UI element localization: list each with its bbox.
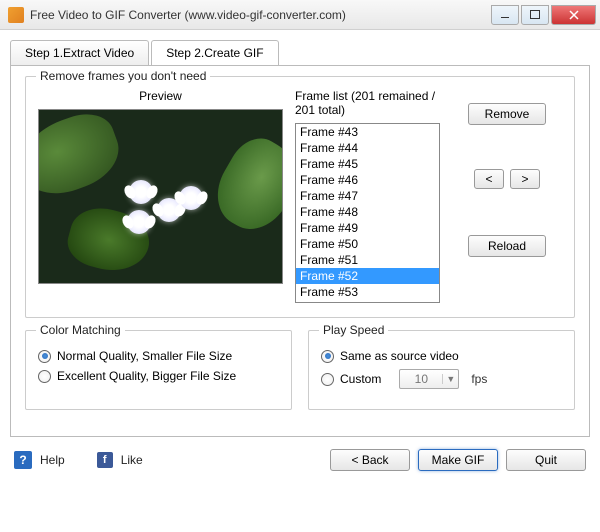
frame-list[interactable]: Frame #43Frame #44Frame #45Frame #46Fram… — [295, 123, 440, 303]
frame-list-item[interactable]: Frame #47 — [296, 188, 439, 204]
radio-icon — [321, 350, 334, 363]
tab-step2[interactable]: Step 2.Create GIF — [151, 40, 278, 65]
fps-spinner[interactable]: 10 ▼ — [399, 369, 459, 389]
next-frame-button[interactable]: > — [510, 169, 540, 189]
remove-button[interactable]: Remove — [468, 103, 546, 125]
color-normal-option[interactable]: Normal Quality, Smaller File Size — [38, 349, 279, 363]
close-button[interactable] — [551, 5, 596, 25]
window-controls — [489, 5, 596, 25]
preview-image — [38, 109, 283, 284]
fps-unit-label: fps — [471, 372, 487, 386]
speed-custom-label: Custom — [340, 372, 381, 386]
remove-frames-legend: Remove frames you don't need — [36, 69, 210, 83]
frame-list-item[interactable]: Frame #45 — [296, 156, 439, 172]
frame-list-item[interactable]: Frame #51 — [296, 252, 439, 268]
remove-frames-group: Remove frames you don't need Preview Fra… — [25, 76, 575, 318]
title-bar: Free Video to GIF Converter (www.video-g… — [0, 0, 600, 30]
tab-panel: Remove frames you don't need Preview Fra… — [10, 65, 590, 437]
color-excellent-option[interactable]: Excellent Quality, Bigger File Size — [38, 369, 279, 383]
help-label[interactable]: Help — [40, 453, 65, 467]
preview-label: Preview — [38, 89, 283, 103]
speed-custom-option[interactable]: Custom 10 ▼ fps — [321, 369, 562, 389]
radio-icon — [38, 350, 51, 363]
help-icon[interactable]: ? — [14, 451, 32, 469]
footer-bar: ? Help f Like < Back Make GIF Quit — [0, 443, 600, 481]
back-button[interactable]: < Back — [330, 449, 410, 471]
chevron-down-icon: ▼ — [442, 374, 458, 384]
color-matching-legend: Color Matching — [36, 323, 125, 337]
frame-list-item[interactable]: Frame #48 — [296, 204, 439, 220]
frame-list-item[interactable]: Frame #54 — [296, 300, 439, 303]
minimize-button[interactable] — [491, 5, 519, 25]
prev-frame-button[interactable]: < — [474, 169, 504, 189]
speed-same-option[interactable]: Same as source video — [321, 349, 562, 363]
quit-button[interactable]: Quit — [506, 449, 586, 471]
frame-list-item[interactable]: Frame #46 — [296, 172, 439, 188]
play-speed-legend: Play Speed — [319, 323, 388, 337]
fps-value: 10 — [400, 372, 442, 386]
frame-list-item[interactable]: Frame #49 — [296, 220, 439, 236]
make-gif-button[interactable]: Make GIF — [418, 449, 498, 471]
color-excellent-label: Excellent Quality, Bigger File Size — [57, 369, 236, 383]
window-title: Free Video to GIF Converter (www.video-g… — [30, 8, 489, 22]
app-icon — [8, 7, 24, 23]
radio-icon — [38, 370, 51, 383]
speed-same-label: Same as source video — [340, 349, 459, 363]
color-matching-group: Color Matching Normal Quality, Smaller F… — [25, 330, 292, 410]
maximize-button[interactable] — [521, 5, 549, 25]
radio-icon — [321, 373, 334, 386]
frame-list-item[interactable]: Frame #52 — [296, 268, 439, 284]
frame-list-item[interactable]: Frame #53 — [296, 284, 439, 300]
color-normal-label: Normal Quality, Smaller File Size — [57, 349, 232, 363]
frame-list-item[interactable]: Frame #50 — [296, 236, 439, 252]
frame-list-item[interactable]: Frame #43 — [296, 124, 439, 140]
play-speed-group: Play Speed Same as source video Custom 1… — [308, 330, 575, 410]
facebook-icon[interactable]: f — [97, 452, 113, 468]
tab-bar: Step 1.Extract Video Step 2.Create GIF — [10, 40, 600, 65]
like-label[interactable]: Like — [121, 453, 143, 467]
tab-step1[interactable]: Step 1.Extract Video — [10, 40, 149, 65]
frame-list-label: Frame list (201 remained / 201 total) — [295, 89, 440, 117]
frame-list-item[interactable]: Frame #44 — [296, 140, 439, 156]
reload-button[interactable]: Reload — [468, 235, 546, 257]
